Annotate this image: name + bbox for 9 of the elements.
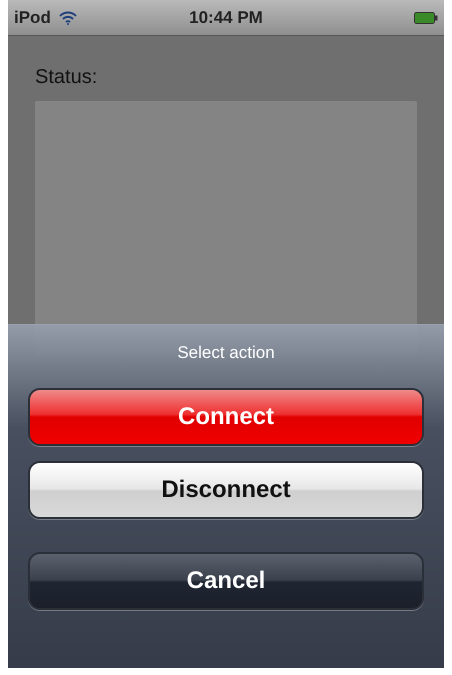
status-label: Status: (35, 66, 98, 89)
wifi-icon (58, 10, 77, 24)
action-sheet-title: Select action (176, 343, 276, 363)
action-button[interactable]: Disconnect (28, 461, 424, 519)
clock-time: 10:44 PM (188, 8, 264, 28)
cancel-button[interactable]: Cancel (28, 552, 424, 610)
carrier-name: iPod (14, 8, 51, 28)
battery-icon (414, 12, 438, 24)
action-button[interactable]: Connect (28, 388, 424, 446)
